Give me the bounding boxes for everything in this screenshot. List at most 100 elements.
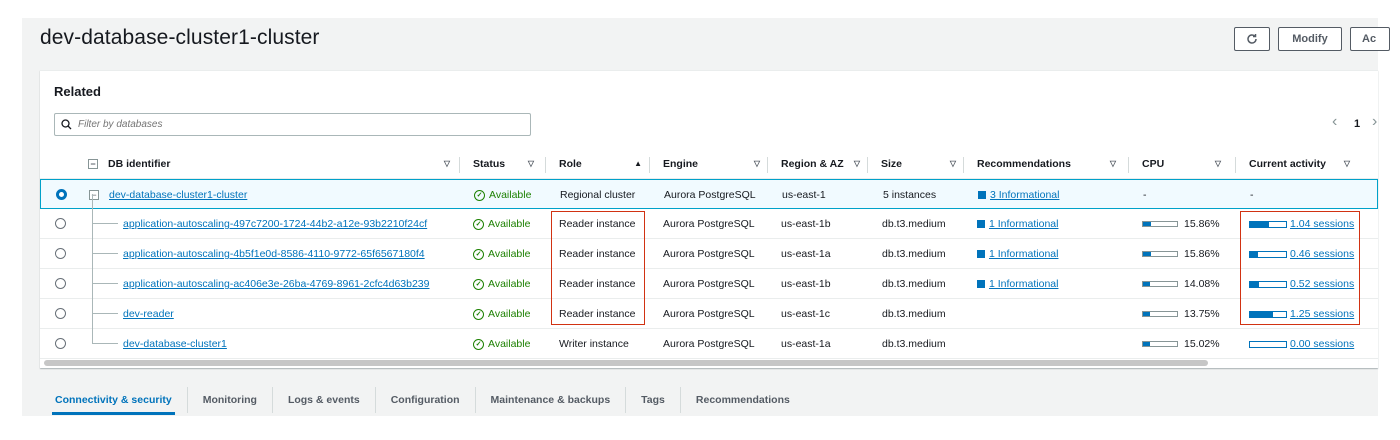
tab-logs-events[interactable]: Logs & events — [271, 387, 375, 413]
status-text: Available — [488, 248, 531, 260]
status-cell: ✓ Available — [473, 329, 530, 359]
col-db-identifier[interactable]: − DB identifier ▽ — [88, 149, 458, 179]
col-status[interactable]: Status ▽ — [459, 149, 542, 179]
column-divider — [1235, 157, 1236, 173]
tab-configuration[interactable]: Configuration — [374, 387, 475, 413]
table-row[interactable]: dev-reader ✓ Available Reader instance Auror… — [40, 284, 1378, 329]
table-row[interactable]: application-autoscaling-497c7200-1724-44… — [40, 194, 1378, 239]
cpu-value: 13.75% — [1184, 308, 1220, 320]
row-select-radio[interactable] — [55, 278, 66, 289]
region-cell: us-east-1b — [781, 218, 831, 230]
tab-tags[interactable]: Tags — [625, 387, 680, 413]
check-circle-icon: ✓ — [473, 338, 484, 350]
check-circle-icon: ✓ — [473, 278, 484, 290]
horizontal-scrollbar[interactable] — [44, 360, 1208, 366]
row-select-radio[interactable] — [55, 308, 66, 319]
sort-icon: ▽ — [1214, 159, 1221, 168]
db-identifier-link[interactable]: application-autoscaling-497c7200-1724-44… — [123, 218, 427, 230]
table-row-cluster[interactable]: − dev-database-cluster1-cluster ✓ Available… — [40, 179, 1378, 209]
refresh-button[interactable] — [1234, 27, 1270, 51]
check-circle-icon: ✓ — [474, 189, 485, 201]
actions-button[interactable]: Ac — [1350, 27, 1390, 51]
prev-page-button[interactable]: ‹ — [1332, 113, 1337, 131]
tab-maintenance-backups[interactable]: Maintenance & backups — [474, 387, 626, 413]
cpu-bar-fill — [1143, 282, 1150, 286]
engine-cell: Aurora PostgreSQL — [663, 308, 755, 320]
status-cell: ✓ Available — [473, 239, 530, 269]
cpu-value: 15.86% — [1184, 218, 1220, 230]
region-cell: us-east-1c — [781, 308, 831, 320]
recommendation-link[interactable]: 1 Informational — [989, 278, 1058, 290]
table-row[interactable]: application-autoscaling-4b5f1e0d-8586-41… — [40, 224, 1378, 269]
col-engine[interactable]: Engine ▽ — [649, 149, 768, 179]
sort-icon: ▽ — [753, 159, 760, 168]
db-identifier-link[interactable]: application-autoscaling-ac406e3e-26ba-47… — [123, 278, 429, 290]
engine-cell: Aurora PostgreSQL — [663, 338, 755, 350]
row-select-radio[interactable] — [56, 189, 67, 200]
role-highlight-box — [551, 211, 645, 325]
recommendation-link[interactable]: 1 Informational — [989, 248, 1058, 260]
role-cell: Writer instance — [559, 338, 629, 350]
next-page-button[interactable]: › — [1372, 113, 1377, 131]
db-identifier-link[interactable]: application-autoscaling-4b5f1e0d-8586-41… — [123, 248, 425, 260]
info-square-icon — [977, 280, 985, 288]
region-cell: us-east-1a — [781, 248, 831, 260]
related-heading: Related — [54, 84, 101, 99]
cpu-value: - — [1143, 189, 1147, 201]
page-number[interactable]: 1 — [1354, 118, 1360, 130]
id-cell: dev-reader — [123, 299, 174, 329]
check-circle-icon: ✓ — [473, 218, 484, 230]
tree-connector — [92, 314, 118, 344]
tab-connectivity-security[interactable]: Connectivity & security — [40, 387, 187, 415]
cpu-bar — [1142, 281, 1178, 287]
collapse-all-icon[interactable]: − — [88, 159, 98, 169]
db-identifier-link[interactable]: dev-database-cluster1-cluster — [109, 189, 247, 201]
col-role[interactable]: Role ▲ — [545, 149, 650, 179]
row-select-radio[interactable] — [55, 248, 66, 259]
row-select-radio[interactable] — [55, 338, 66, 349]
cpu-value: 14.08% — [1184, 278, 1220, 290]
recommendation-link[interactable]: 1 Informational — [989, 218, 1058, 230]
table-row[interactable]: dev-database-cluster1 ✓ Available Writer in… — [40, 314, 1378, 359]
sort-icon: ▽ — [1109, 159, 1116, 168]
db-identifier-link[interactable]: dev-database-cluster1 — [123, 338, 227, 350]
tab-monitoring[interactable]: Monitoring — [186, 387, 272, 413]
column-divider — [767, 157, 768, 173]
db-identifier-link[interactable]: dev-reader — [123, 308, 174, 320]
col-label: Engine — [663, 158, 699, 170]
filter-input[interactable] — [78, 119, 498, 130]
sort-icon: ▽ — [527, 159, 534, 168]
check-circle-icon: ✓ — [473, 308, 484, 320]
sort-icon: ▽ — [949, 159, 956, 168]
tree-connector — [92, 194, 118, 224]
activity-value: - — [1250, 189, 1254, 201]
column-divider — [649, 157, 650, 173]
cpu-bar-fill — [1143, 342, 1151, 346]
activity-cell: 0.00 sessions — [1249, 329, 1354, 359]
column-divider — [963, 157, 964, 173]
engine-cell: Aurora PostgreSQL — [663, 248, 755, 260]
status-cell: ✓ Available — [473, 269, 530, 299]
table-row[interactable]: application-autoscaling-ac406e3e-26ba-47… — [40, 254, 1378, 299]
activity-cell: - — [1250, 180, 1254, 210]
col-size[interactable]: Size ▽ — [867, 149, 964, 179]
col-region[interactable]: Region & AZ ▽ — [767, 149, 868, 179]
col-cpu[interactable]: CPU ▽ — [1128, 149, 1229, 179]
activity-highlight-box — [1240, 211, 1360, 325]
filter-box[interactable] — [54, 113, 531, 136]
row-select-radio[interactable] — [55, 218, 66, 229]
id-cell: application-autoscaling-497c7200-1724-44… — [123, 209, 427, 239]
status-cell: ✓ Available — [473, 299, 530, 329]
modify-button[interactable]: Modify — [1278, 27, 1342, 51]
sort-icon: ▽ — [853, 159, 860, 168]
column-divider — [1128, 157, 1129, 173]
size-cell: db.t3.medium — [882, 338, 946, 350]
recommendation-link[interactable]: 3 Informational — [990, 189, 1059, 201]
activity-link[interactable]: 0.00 sessions — [1290, 338, 1354, 350]
col-current-activity[interactable]: Current activity ▽ — [1235, 149, 1358, 179]
info-square-icon — [977, 250, 985, 258]
page-title: dev-database-cluster1-cluster — [40, 26, 320, 49]
col-label: DB identifier — [108, 158, 171, 170]
tab-recommendations[interactable]: Recommendations — [679, 387, 805, 413]
col-recommendations[interactable]: Recommendations ▽ — [963, 149, 1124, 179]
